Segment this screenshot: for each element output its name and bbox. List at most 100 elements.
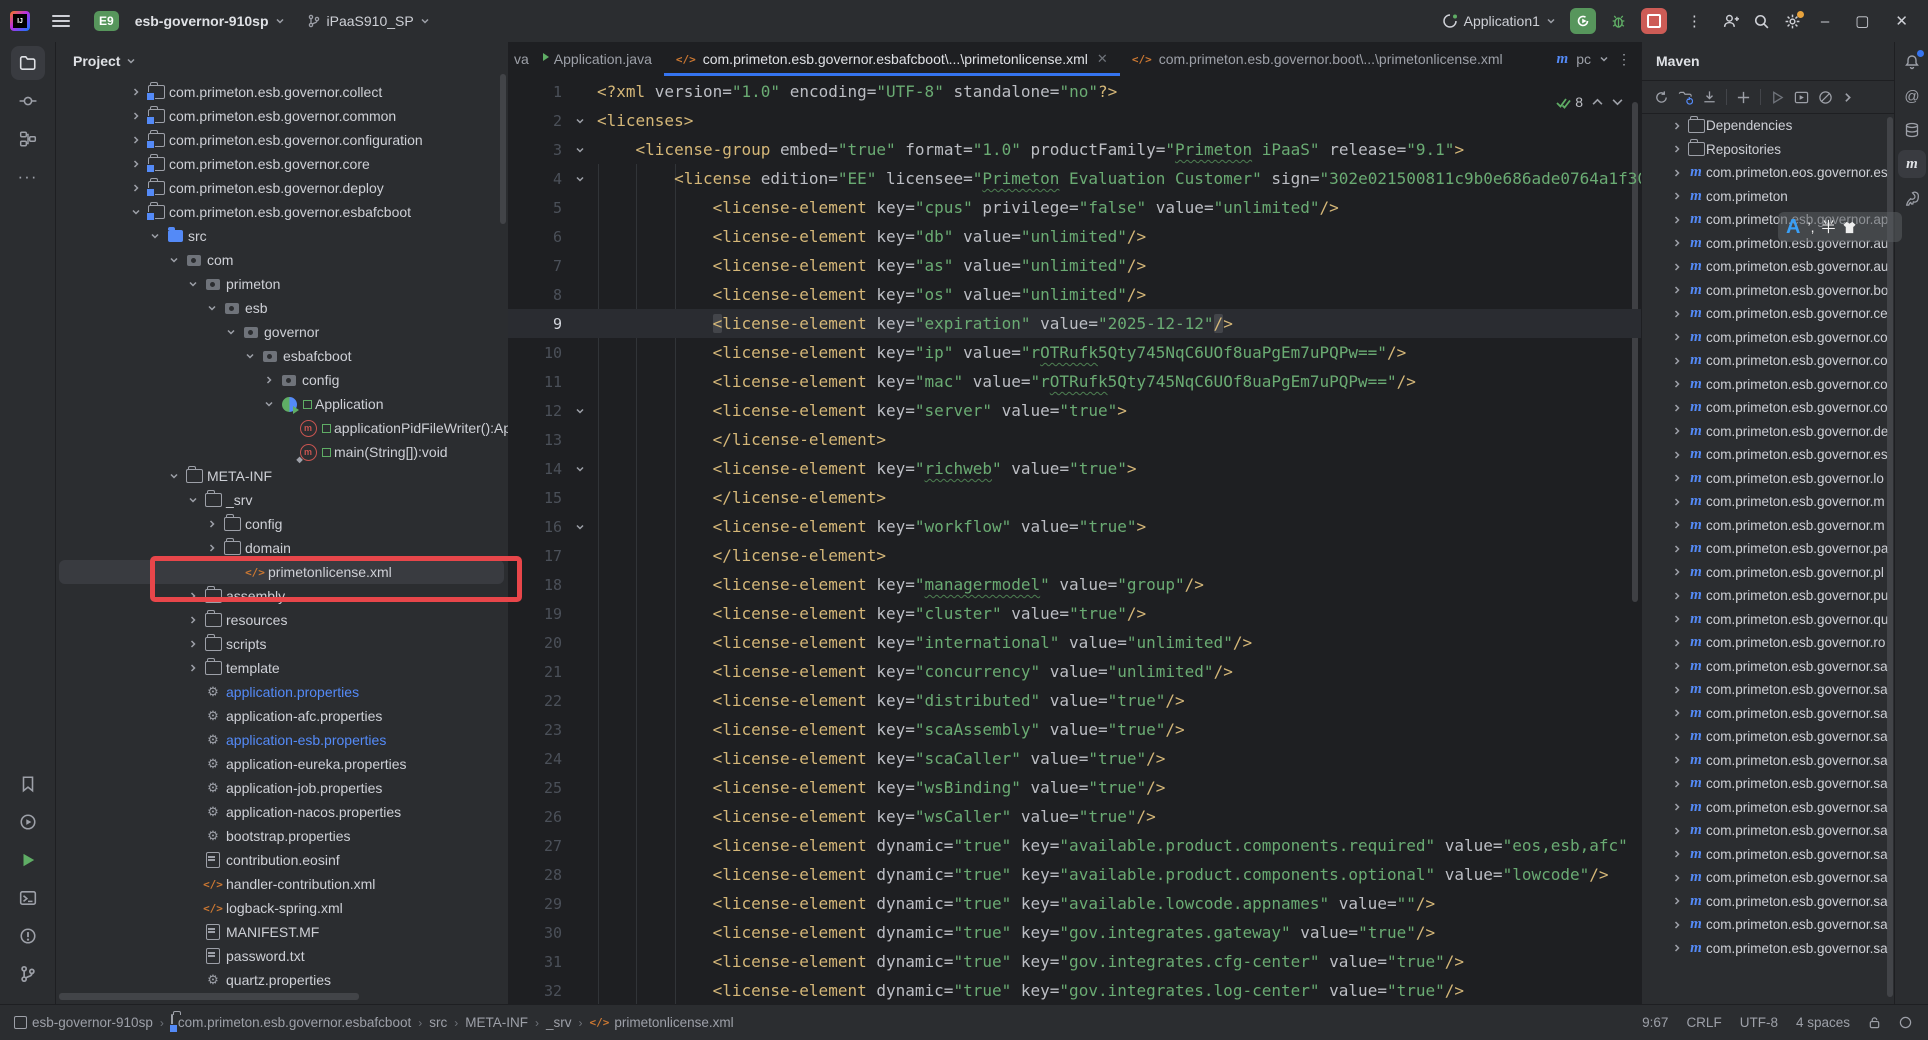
chevron-collapsed-icon[interactable] xyxy=(188,663,198,673)
maven-item-25[interactable]: mcom.primeton.esb.governor.sa xyxy=(1642,702,1895,726)
line-number[interactable]: 22 xyxy=(508,692,562,710)
tree-item-primeton[interactable]: primeton xyxy=(55,272,508,296)
maven-item-14[interactable]: mcom.primeton.esb.governor.es xyxy=(1642,443,1895,467)
maven-item-2[interactable]: mcom.primeton.eos.governor.es xyxy=(1642,161,1895,185)
generate-sources-icon[interactable] xyxy=(1678,90,1693,105)
chevron-collapsed-icon[interactable] xyxy=(1672,356,1682,366)
line-number[interactable]: 21 xyxy=(508,663,562,681)
tree-item-template[interactable]: template xyxy=(55,656,508,680)
tree-item-password-txt[interactable]: password.txt xyxy=(55,944,508,968)
line-number[interactable]: 2 xyxy=(508,112,562,130)
tree-item-config[interactable]: config xyxy=(55,512,508,536)
project-tool-button[interactable] xyxy=(11,46,45,80)
code-line-31[interactable]: 31 <license-element dynamic="true" key="… xyxy=(508,947,1641,976)
chevron-collapsed-icon[interactable] xyxy=(1672,779,1682,789)
chevron-collapsed-icon[interactable] xyxy=(264,375,274,385)
code-line-15[interactable]: 15 </license-element> xyxy=(508,483,1641,512)
chevron-collapsed-icon[interactable] xyxy=(131,111,141,121)
window-minimize-button[interactable]: – xyxy=(1815,13,1835,30)
maven-item-21[interactable]: mcom.primeton.esb.governor.qu xyxy=(1642,608,1895,632)
vcs-branch-selector[interactable]: iPaaS910_SP xyxy=(301,9,436,33)
tree-item-application-job-properties[interactable]: ⚙application-job.properties xyxy=(55,776,508,800)
breadcrumb-item[interactable]: com.primeton.esb.governor.esbafcboot xyxy=(171,1015,411,1030)
chevron-collapsed-icon[interactable] xyxy=(1672,309,1682,319)
line-number[interactable]: 4 xyxy=(508,170,562,188)
maven-item-6[interactable]: mcom.primeton.esb.governor.au xyxy=(1642,255,1895,279)
tree-item-application-nacos-properties[interactable]: ⚙application-nacos.properties xyxy=(55,800,508,824)
chevron-collapsed-icon[interactable] xyxy=(1672,943,1682,953)
fold-gutter[interactable] xyxy=(562,464,597,474)
project-vertical-scrollbar[interactable] xyxy=(500,74,506,224)
offline-mode-icon[interactable] xyxy=(1818,90,1833,105)
chevron-expanded-icon[interactable] xyxy=(169,255,179,265)
structure-tool-button[interactable] xyxy=(11,122,45,156)
chevron-collapsed-icon[interactable] xyxy=(1672,215,1682,225)
fold-gutter[interactable] xyxy=(562,145,597,155)
chevron-collapsed-icon[interactable] xyxy=(1672,802,1682,812)
maven-item-8[interactable]: mcom.primeton.esb.governor.ce xyxy=(1642,302,1895,326)
bookmarks-tool-button[interactable] xyxy=(11,767,45,801)
chevron-expanded-icon[interactable] xyxy=(264,399,274,409)
chevron-collapsed-icon[interactable] xyxy=(1672,920,1682,930)
maven-item-18[interactable]: mcom.primeton.esb.governor.pa xyxy=(1642,537,1895,561)
rerun-button[interactable] xyxy=(1570,8,1596,34)
line-number[interactable]: 30 xyxy=(508,924,562,942)
tree-item-esbafcboot[interactable]: esbafcboot xyxy=(55,344,508,368)
line-number[interactable]: 8 xyxy=(508,286,562,304)
gradle-button[interactable] xyxy=(1898,184,1926,212)
tree-item-application-afc-properties[interactable]: ⚙application-afc.properties xyxy=(55,704,508,728)
reload-projects-icon[interactable] xyxy=(1654,90,1669,105)
more-actions-icon[interactable]: ⋮ xyxy=(1681,12,1708,30)
code-line-17[interactable]: 17 </license-element> xyxy=(508,541,1641,570)
maven-item-1[interactable]: Repositories xyxy=(1642,138,1895,162)
line-number[interactable]: 26 xyxy=(508,808,562,826)
maven-item-24[interactable]: mcom.primeton.esb.governor.sa xyxy=(1642,678,1895,702)
line-number[interactable]: 16 xyxy=(508,518,562,536)
chevron-expanded-icon[interactable] xyxy=(150,231,160,241)
chevron-collapsed-icon[interactable] xyxy=(1672,708,1682,718)
code-line-2[interactable]: 2<licenses> xyxy=(508,106,1641,135)
line-number[interactable]: 12 xyxy=(508,402,562,420)
window-restore-button[interactable]: ▢ xyxy=(1849,12,1875,30)
breadcrumb-item[interactable]: </>primetonlicense.xml xyxy=(589,1015,733,1030)
line-number[interactable]: 18 xyxy=(508,576,562,594)
tree-item-applicationpidfilewriter-applicationpi[interactable]: mapplicationPidFileWriter():ApplicationP… xyxy=(55,416,508,440)
line-number[interactable]: 19 xyxy=(508,605,562,623)
fold-gutter[interactable] xyxy=(562,522,597,532)
code-line-7[interactable]: 7 <license-element key="as" value="unlim… xyxy=(508,251,1641,280)
tree-item-main-string-void[interactable]: mmain(String[]):void xyxy=(55,440,508,464)
tree-item-resources[interactable]: resources xyxy=(55,608,508,632)
chevron-collapsed-icon[interactable] xyxy=(1672,426,1682,436)
tab-clipped[interactable]: va xyxy=(508,42,535,76)
run-configuration-selector[interactable]: Application1 xyxy=(1442,13,1556,29)
tree-item-quartz-properties[interactable]: ⚙quartz.properties xyxy=(55,968,508,992)
chevron-expanded-icon[interactable] xyxy=(575,174,585,184)
code-line-8[interactable]: 8 <license-element key="os" value="unlim… xyxy=(508,280,1641,309)
tree-item-com-primeton-esb-governor-configuration[interactable]: com.primeton.esb.governor.configuration xyxy=(55,128,508,152)
breadcrumb-item[interactable]: META-INF xyxy=(465,1015,528,1030)
maven-item-26[interactable]: mcom.primeton.esb.governor.sa xyxy=(1642,725,1895,749)
tree-item-application[interactable]: Application xyxy=(55,392,508,416)
line-number[interactable]: 1 xyxy=(508,83,562,101)
code-line-16[interactable]: 16 <license-element key="workflow" value… xyxy=(508,512,1641,541)
overflow-tab-label[interactable]: pc xyxy=(1576,51,1591,67)
project-horizontal-scrollbar[interactable] xyxy=(59,993,359,1000)
database-button[interactable] xyxy=(1898,116,1926,144)
tree-item-com-primeton-esb-governor-esbafcboot[interactable]: com.primeton.esb.governor.esbafcboot xyxy=(55,200,508,224)
ime-skin-icon[interactable] xyxy=(1842,220,1857,235)
fold-gutter[interactable] xyxy=(562,406,597,416)
chevron-collapsed-icon[interactable] xyxy=(131,135,141,145)
maven-panel-header[interactable]: Maven xyxy=(1642,42,1895,81)
chevron-expanded-icon[interactable] xyxy=(188,495,198,505)
chevron-expanded-icon[interactable] xyxy=(575,522,585,532)
chevron-expanded-icon[interactable] xyxy=(575,145,585,155)
status-widget-indent[interactable]: 4 spaces xyxy=(1796,1015,1850,1030)
ai-assistant-button[interactable]: @ xyxy=(1898,82,1926,110)
maven-item-0[interactable]: Dependencies xyxy=(1642,114,1895,138)
tree-item-esb[interactable]: esb xyxy=(55,296,508,320)
maven-item-15[interactable]: mcom.primeton.esb.governor.lo xyxy=(1642,467,1895,491)
code-editor[interactable]: 1<?xml version="1.0" encoding="UTF-8" st… xyxy=(508,77,1641,1005)
chevron-collapsed-icon[interactable] xyxy=(207,519,217,529)
maven-item-34[interactable]: mcom.primeton.esb.governor.sa xyxy=(1642,913,1895,937)
chevron-expanded-icon[interactable] xyxy=(575,464,585,474)
